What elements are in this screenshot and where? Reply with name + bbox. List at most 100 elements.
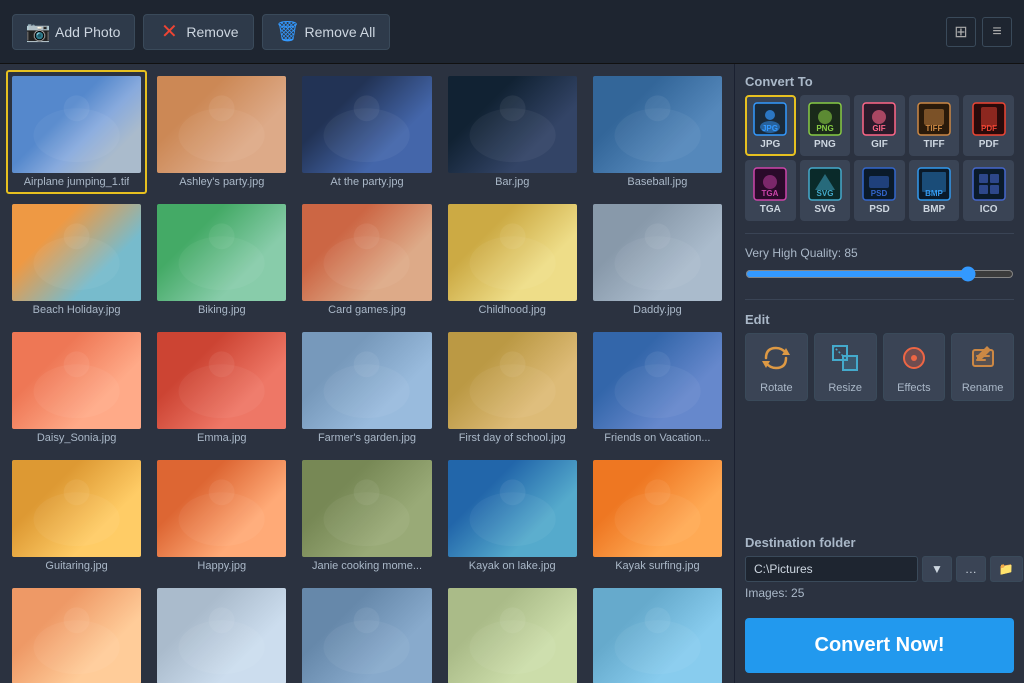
format-button-png[interactable]: PNG PNG: [800, 95, 851, 156]
photo-item[interactable]: Near lake.jpg: [587, 582, 728, 683]
quality-slider[interactable]: [745, 266, 1014, 282]
photo-item[interactable]: Airplane jumping_1.tif: [6, 70, 147, 194]
destination-input[interactable]: [745, 556, 918, 582]
photo-item[interactable]: Emma.jpg: [151, 326, 292, 450]
format-button-ico[interactable]: ICO: [963, 160, 1014, 221]
destination-title: Destination folder: [745, 535, 1014, 550]
remove-icon: ✕: [158, 21, 180, 43]
photo-label: Ashley's party.jpg: [179, 176, 264, 188]
destination-folder-button[interactable]: 📁: [990, 556, 1023, 582]
edit-button-rotate[interactable]: Rotate: [745, 333, 808, 401]
edit-button-rename[interactable]: Rename: [951, 333, 1014, 401]
photo-thumbnail: [157, 460, 286, 557]
remove-label: Remove: [186, 24, 238, 40]
format-button-tiff[interactable]: TIFFTIFF: [909, 95, 960, 156]
destination-browse-button[interactable]: …: [956, 556, 986, 582]
photo-label: Kayak on lake.jpg: [469, 560, 556, 572]
photo-thumbnail: [302, 76, 431, 173]
list-view-icon[interactable]: ≡: [982, 17, 1012, 47]
divider-2: [745, 299, 1014, 300]
format-button-psd[interactable]: PSDPSD: [854, 160, 905, 221]
photo-thumbnail: [12, 588, 141, 683]
photo-item[interactable]: Lisa Irene.jpg: [151, 582, 292, 683]
format-icon-bmp: BMP: [916, 166, 952, 202]
format-label: PDF: [979, 139, 999, 150]
format-button-gif[interactable]: GIFGIF: [854, 95, 905, 156]
photo-label: Childhood.jpg: [479, 304, 546, 316]
photo-item[interactable]: Biking.jpg: [151, 198, 292, 322]
photo-thumbnail: [12, 332, 141, 429]
convert-now-button[interactable]: Convert Now!: [745, 618, 1014, 673]
format-icon-psd: PSD: [861, 166, 897, 202]
format-button-jpg[interactable]: JPGJPG: [745, 95, 796, 156]
photo-label: Baseball.jpg: [627, 176, 687, 188]
photo-thumbnail: [12, 460, 141, 557]
edit-button-effects[interactable]: Effects: [883, 333, 946, 401]
photo-item[interactable]: Baseball.jpg: [587, 70, 728, 194]
convert-to-section: Convert To JPGJPGPNGPNGGIFGIFTIFFTIFFPDF…: [745, 74, 1014, 221]
photo-item[interactable]: Card games.jpg: [296, 198, 437, 322]
photo-thumbnail: [157, 204, 286, 301]
photo-thumbnail: [302, 332, 431, 429]
photo-thumbnail: [448, 76, 577, 173]
photo-item[interactable]: At the party.jpg: [296, 70, 437, 194]
format-icon-ico: [971, 166, 1007, 202]
format-button-pdf[interactable]: PDFPDF: [963, 95, 1014, 156]
photo-label: Happy.jpg: [197, 560, 246, 572]
photo-label: Kayak surfing.jpg: [615, 560, 699, 572]
format-button-tga[interactable]: TGA TGA: [745, 160, 796, 221]
remove-button[interactable]: ✕ Remove: [143, 14, 253, 50]
photo-label: Janie cooking mome...: [312, 560, 422, 572]
remove-all-button[interactable]: 🗑 Remove All: [262, 14, 391, 50]
rename-icon: [967, 342, 999, 378]
photo-item[interactable]: Daisy_Sonia.jpg: [6, 326, 147, 450]
format-icon-png: PNG: [807, 101, 843, 137]
photo-label: First day of school.jpg: [459, 432, 566, 444]
svg-text:TGA: TGA: [762, 189, 779, 198]
add-photo-button[interactable]: 📷 Add Photo: [12, 14, 135, 50]
photo-item[interactable]: Farmer's garden.jpg: [296, 326, 437, 450]
photo-item[interactable]: Happy.jpg: [151, 454, 292, 578]
photo-item[interactable]: Ashley's party.jpg: [151, 70, 292, 194]
photo-label: Daisy_Sonia.jpg: [37, 432, 117, 444]
format-label: ICO: [980, 204, 998, 215]
format-label: PNG: [814, 139, 836, 150]
format-label: JPG: [760, 139, 780, 150]
destination-section: Destination folder ▼ … 📁 Images: 25: [745, 535, 1014, 600]
resize-icon: [829, 342, 861, 378]
photo-item[interactable]: First day of school.jpg: [442, 326, 583, 450]
svg-text:TIFF: TIFF: [926, 124, 943, 133]
photo-item[interactable]: Beach Holiday.jpg: [6, 198, 147, 322]
grid-view-icon[interactable]: ⊞: [946, 17, 976, 47]
quality-label: Very High Quality: 85: [745, 246, 1014, 260]
right-panel: Convert To JPGJPGPNGPNGGIFGIFTIFFTIFFPDF…: [734, 64, 1024, 683]
photo-item[interactable]: Kayak on lake.jpg: [442, 454, 583, 578]
photo-item[interactable]: Daddy.jpg: [587, 198, 728, 322]
photo-item[interactable]: Childhood.jpg: [442, 198, 583, 322]
photo-item[interactable]: Janie cooking mome...: [296, 454, 437, 578]
edit-button-resize[interactable]: Resize: [814, 333, 877, 401]
photo-thumbnail: [302, 204, 431, 301]
photo-item[interactable]: Kimi.jpg: [6, 582, 147, 683]
photo-item[interactable]: Guitaring.jpg: [6, 454, 147, 578]
photo-label: Card games.jpg: [328, 304, 406, 316]
photo-grid: Airplane jumping_1.tif Ashley's party.jp…: [0, 64, 734, 683]
format-button-svg[interactable]: SVGSVG: [800, 160, 851, 221]
photo-label: Bar.jpg: [495, 176, 529, 188]
photo-thumbnail: [12, 76, 141, 173]
photo-item[interactable]: My darling.jpg: [296, 582, 437, 683]
photo-thumbnail: [448, 460, 577, 557]
photo-item[interactable]: Bar.jpg: [442, 70, 583, 194]
photo-item[interactable]: Kayak surfing.jpg: [587, 454, 728, 578]
photo-thumbnail: [157, 76, 286, 173]
destination-dropdown-button[interactable]: ▼: [922, 556, 952, 582]
photo-item[interactable]: Friends on Vacation...: [587, 326, 728, 450]
photo-label: Emma.jpg: [197, 432, 247, 444]
photo-thumbnail: [448, 204, 577, 301]
svg-text:PNG: PNG: [816, 124, 833, 133]
format-label: SVG: [814, 204, 835, 215]
format-label: BMP: [923, 204, 945, 215]
format-button-bmp[interactable]: BMP BMP: [909, 160, 960, 221]
format-label: TGA: [760, 204, 781, 215]
photo-item[interactable]: My family.jpg: [442, 582, 583, 683]
